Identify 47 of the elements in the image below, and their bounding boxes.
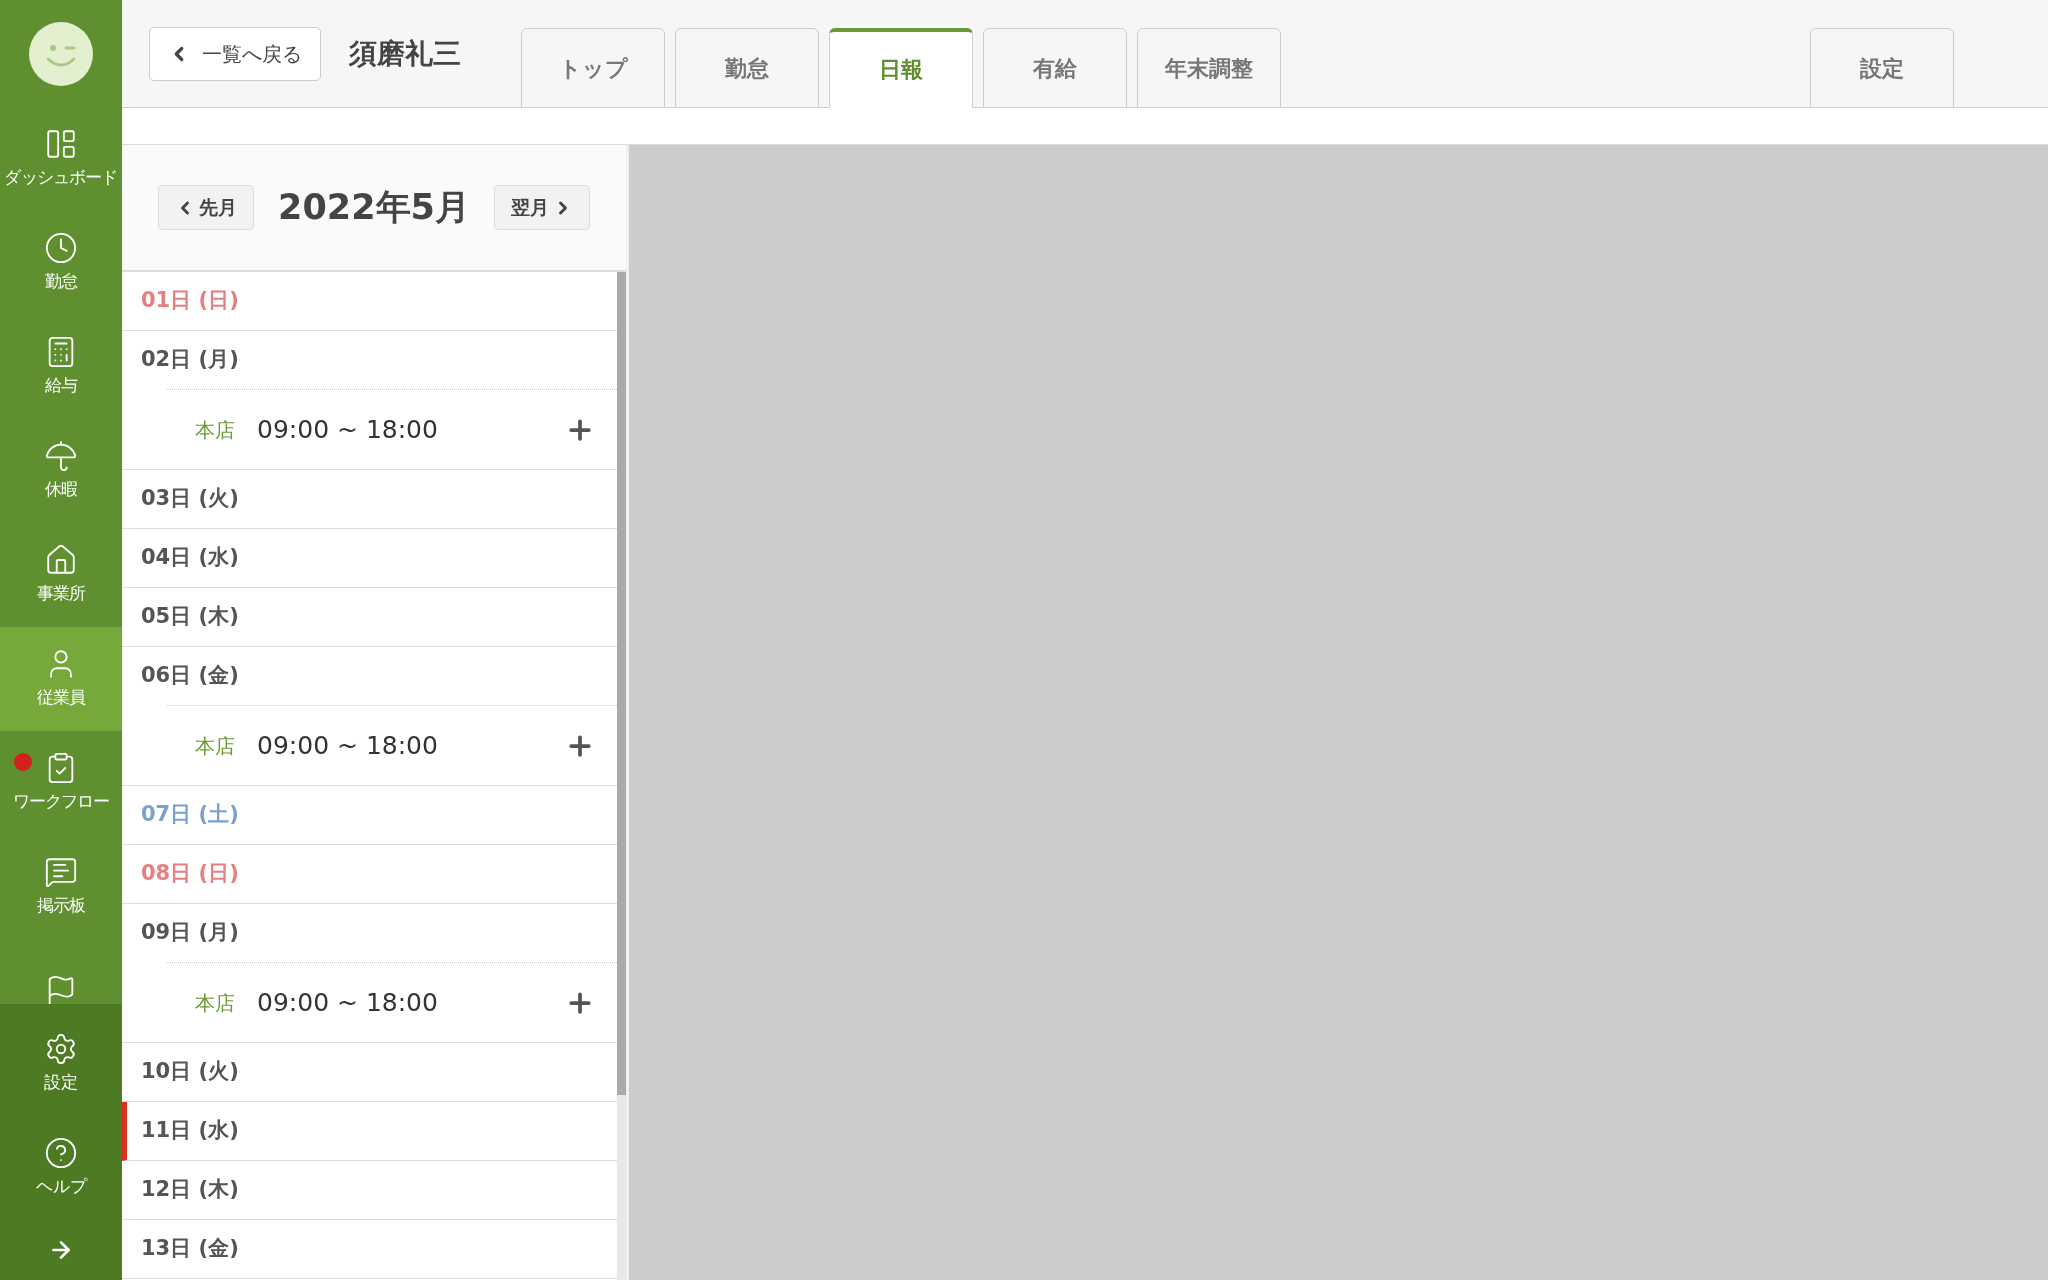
tab[interactable]: 年末調整 <box>1137 28 1281 108</box>
sidebar-item[interactable]: 勤怠 <box>0 211 122 315</box>
sidebar-item[interactable]: ダッシュボード <box>0 107 122 211</box>
day-label: 13日 (金) <box>141 1235 239 1263</box>
day-label: 04日 (水) <box>141 544 239 572</box>
umbrella-icon <box>44 439 78 474</box>
settings-icon <box>44 1032 78 1067</box>
sidebar-item[interactable]: 休暇 <box>0 419 122 523</box>
scrollbar[interactable] <box>617 272 626 1280</box>
sidebar-item[interactable]: 掲示板 <box>0 835 122 939</box>
tab[interactable]: 有給 <box>983 28 1127 108</box>
month-title: 2022年5月 <box>278 186 470 230</box>
tab[interactable]: 勤怠 <box>675 28 819 108</box>
settings-tab[interactable]: 設定 <box>1810 28 1954 108</box>
day-label: 10日 (火) <box>141 1058 239 1086</box>
message-icon <box>44 855 78 890</box>
sidebar-item[interactable]: 給与 <box>0 315 122 419</box>
day-label: 02日 (月) <box>141 346 239 374</box>
shift-time: 09:00 ~ 18:00 <box>257 729 438 762</box>
back-button[interactable]: 一覧へ戻る <box>149 27 321 81</box>
sidebar-item[interactable]: 設定 <box>0 1012 122 1116</box>
day-label: 12日 (木) <box>141 1176 239 1204</box>
logo-icon <box>28 20 94 87</box>
day-label: 06日 (金) <box>141 662 239 690</box>
shift-location: 本店 <box>195 416 235 444</box>
tab[interactable]: トップ <box>521 28 665 108</box>
day-label: 07日 (土) <box>141 801 239 829</box>
clock-icon <box>44 231 78 266</box>
shift-time: 09:00 ~ 18:00 <box>257 413 438 446</box>
employee-name: 須磨礼三 <box>349 36 461 72</box>
next-month-button[interactable]: 翌月 <box>494 185 590 230</box>
day-label: 09日 (月) <box>141 919 239 947</box>
help-icon <box>44 1136 78 1171</box>
shift-location: 本店 <box>195 989 235 1017</box>
shift-time: 09:00 ~ 18:00 <box>257 986 438 1019</box>
day-label: 08日 (日) <box>141 860 239 888</box>
sidebar-item[interactable]: 事業所 <box>0 523 122 627</box>
sidebar-item[interactable]: ヘルプ <box>0 1116 122 1220</box>
tab[interactable]: 日報 <box>829 28 973 108</box>
sidebar-item[interactable]: ワークフロー <box>0 731 122 835</box>
day-label: 05日 (木) <box>141 603 239 631</box>
sidebar-item[interactable]: 従業員 <box>0 627 122 731</box>
day-label: 11日 (水) <box>141 1117 239 1145</box>
shift-location: 本店 <box>195 732 235 760</box>
previous-month-button[interactable]: 先月 <box>158 185 254 230</box>
day-label: 03日 (火) <box>141 485 239 513</box>
day-label: 01日 (日) <box>141 287 239 315</box>
